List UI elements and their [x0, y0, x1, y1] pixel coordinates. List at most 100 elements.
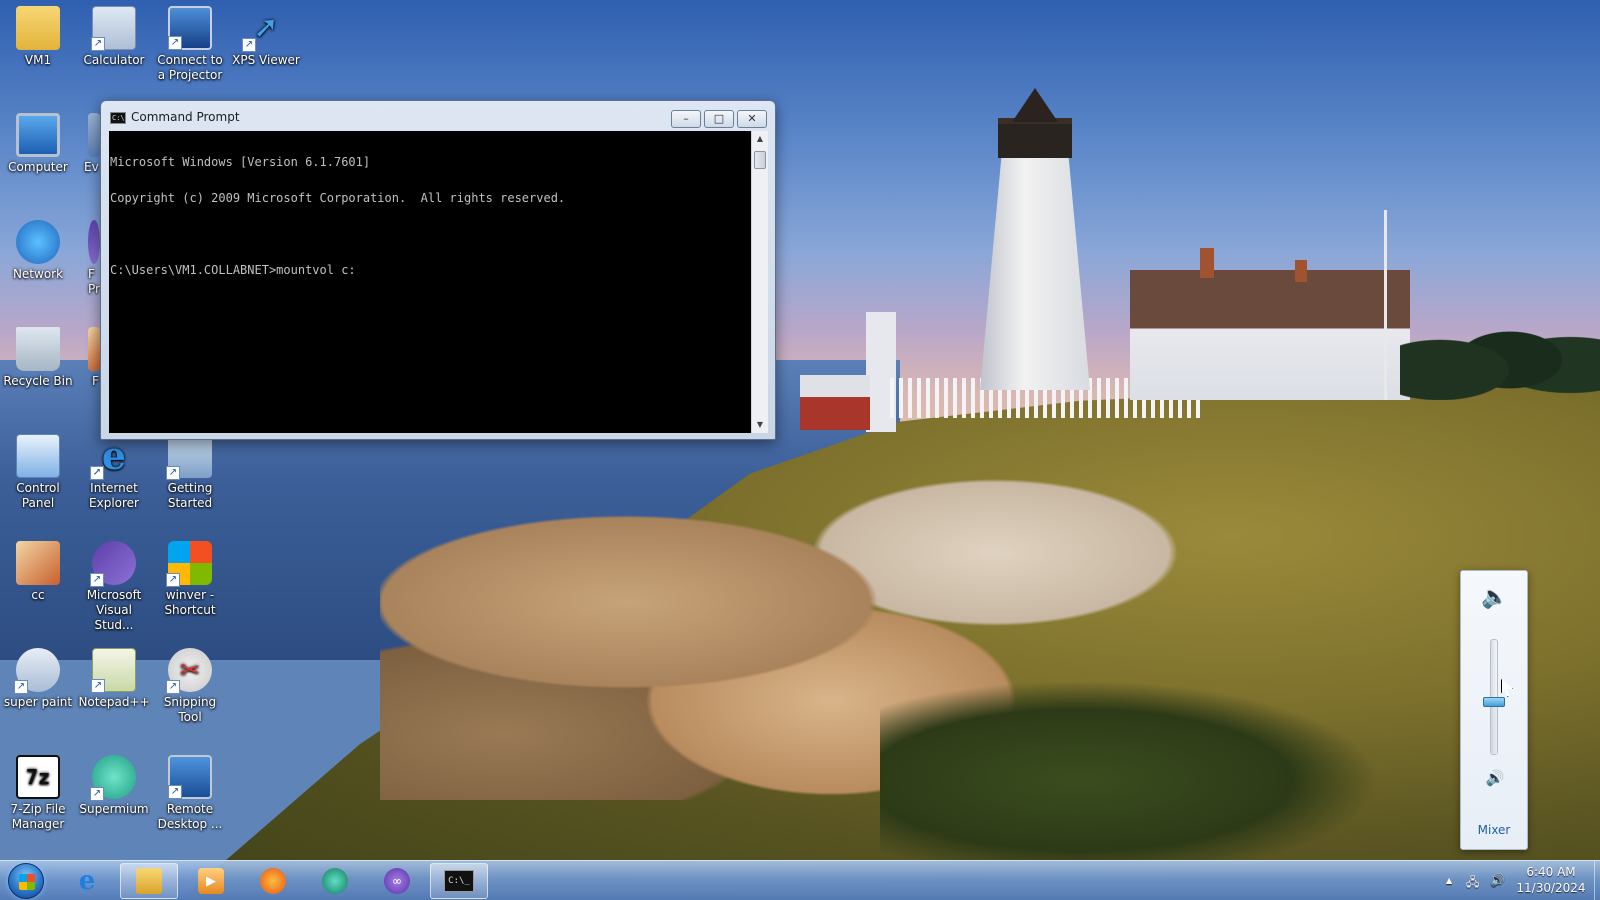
wallpaper-shed	[800, 375, 870, 430]
recycle-bin-icon	[16, 327, 60, 371]
speaker-device-icon[interactable]: 🔈	[1481, 585, 1509, 611]
desktop-icon-internet-explorer[interactable]: e ↗ Internet Explorer	[76, 428, 152, 511]
desktop-icon-label: Calculator	[83, 53, 145, 67]
remote-desktop-icon: ↗	[168, 755, 212, 799]
shortcut-arrow-icon: ↗	[166, 680, 180, 694]
seven-zip-icon: 7z	[16, 755, 60, 799]
desktop-icon-snipping-tool[interactable]: ✂ ↗ Snipping Tool	[152, 642, 228, 725]
desktop-icon-label: Connect to a Projector	[157, 53, 223, 82]
vertical-scrollbar[interactable]: ▲ ▼	[751, 131, 768, 433]
console-output[interactable]: Microsoft Windows [Version 6.1.7601] Cop…	[109, 131, 751, 433]
desktop-icon-calculator[interactable]: ↗ Calculator	[76, 0, 152, 68]
minimize-icon: –	[683, 112, 689, 125]
show-desktop-button[interactable]	[1594, 861, 1600, 900]
desktop-icon-winver[interactable]: ↗ winver - Shortcut	[152, 535, 228, 618]
taskbar-command-prompt[interactable]: C:\_	[430, 863, 488, 899]
mixer-link[interactable]: Mixer	[1461, 823, 1527, 837]
scroll-down-arrow-icon[interactable]: ▼	[752, 417, 768, 433]
desktop-icon-computer[interactable]: Computer	[0, 107, 76, 175]
close-button[interactable]: ✕	[737, 110, 767, 128]
close-icon: ✕	[747, 112, 757, 125]
visual-studio-icon: ∞	[384, 868, 410, 894]
scroll-up-arrow-icon[interactable]: ▲	[752, 131, 768, 147]
desktop-icon-label: Network	[12, 267, 64, 281]
event-viewer-icon	[88, 113, 100, 157]
network-icon	[16, 220, 60, 264]
mute-button[interactable]: 🔊	[1483, 767, 1507, 789]
firefox-icon	[260, 868, 286, 894]
taskbar-firefox[interactable]	[244, 863, 302, 899]
maximize-button[interactable]: □	[704, 110, 734, 128]
program-icon	[88, 327, 100, 371]
folder-icon	[136, 868, 162, 894]
desktop-icon-network[interactable]: Network	[0, 214, 76, 282]
taskbar: e ▶ ∞ C:\_ ▲ 🖧 🔊 6:40 AM 11/30/2024	[0, 860, 1600, 900]
desktop-icon-program-2[interactable]: F	[76, 321, 100, 389]
minimize-button[interactable]: –	[671, 110, 701, 128]
wallpaper-flagpole	[1384, 210, 1387, 400]
desktop-icon-connect-projector[interactable]: ↗ Connect to a Projector	[152, 0, 228, 83]
desktop-icon-visual-studio[interactable]: ↗ Microsoft Visual Stud...	[76, 535, 152, 633]
window-titlebar[interactable]: C:\ Command Prompt – □ ✕	[101, 101, 775, 131]
desktop-icon-label: Control Panel	[16, 481, 60, 510]
folder-user-icon	[16, 6, 60, 50]
internet-explorer-icon: e ↗	[90, 434, 136, 480]
taskbar-supermium[interactable]	[306, 863, 364, 899]
windows-flag-icon: ↗	[166, 541, 212, 587]
network-icon[interactable]: 🖧	[1466, 873, 1479, 894]
shortcut-arrow-icon: ↗	[91, 679, 105, 693]
desktop-icon-supermium[interactable]: ↗ Supermium	[76, 749, 152, 817]
windows-logo-icon	[19, 874, 35, 890]
desktop-icon-label: Getting Started	[167, 481, 213, 510]
start-button[interactable]	[8, 863, 44, 899]
command-prompt-icon: C:\_	[444, 870, 474, 892]
taskbar-internet-explorer[interactable]: e	[58, 863, 116, 899]
desktop-icon-label: XPS Viewer	[232, 53, 300, 67]
xps-viewer-icon: ➚ ↗	[242, 6, 288, 52]
volume-slider-thumb[interactable]	[1483, 697, 1505, 707]
desktop-icon-label: Supermium	[79, 802, 149, 816]
command-prompt-icon: C:\	[110, 112, 126, 124]
shortcut-arrow-icon: ↗	[166, 573, 180, 587]
computer-icon	[16, 113, 60, 157]
desktop-icon-getting-started[interactable]: ↗ Getting Started	[152, 428, 228, 511]
volume-icon[interactable]: 🔊	[1490, 873, 1505, 887]
wallpaper-flowers	[880, 680, 1380, 880]
wallpaper-trees	[1400, 300, 1600, 400]
desktop-icon-7zip[interactable]: 7z 7-Zip File Manager	[0, 749, 76, 832]
desktop-icon-control-panel[interactable]: Control Panel	[0, 428, 76, 511]
shortcut-arrow-icon: ↗	[90, 787, 104, 801]
taskbar-visual-studio[interactable]: ∞	[368, 863, 426, 899]
desktop-icon-notepad-plus-plus[interactable]: ↗ Notepad++	[76, 642, 152, 710]
desktop-icon-recycle-bin[interactable]: Recycle Bin	[0, 321, 76, 389]
desktop-icon-cc[interactable]: cc	[0, 535, 76, 603]
notepad-plus-plus-icon: ↗	[91, 648, 136, 693]
taskbar-windows-explorer[interactable]	[120, 863, 178, 899]
command-prompt-window[interactable]: C:\ Command Prompt – □ ✕ Microsoft Windo…	[100, 100, 776, 440]
speaker-device-glyph: 🔈	[1481, 585, 1509, 610]
shortcut-arrow-icon: ↗	[166, 466, 180, 480]
desktop-icon-xps-viewer[interactable]: ➚ ↗ XPS Viewer	[228, 0, 304, 68]
desktop-icon-label: winver - Shortcut	[164, 588, 216, 617]
desktop-icon-program[interactable]: F Pr	[76, 214, 100, 297]
taskbar-media-player[interactable]: ▶	[182, 863, 240, 899]
scrollbar-thumb[interactable]	[754, 151, 766, 169]
show-hidden-icons-button[interactable]: ▲	[1446, 876, 1452, 885]
desktop-icon-label: 7-Zip File Manager	[10, 802, 66, 831]
maximize-icon: □	[713, 112, 725, 125]
desktop-icon-event-viewer[interactable]: Ev	[76, 107, 100, 175]
clock[interactable]: 6:40 AM 11/30/2024	[1516, 864, 1586, 896]
desktop-icon-super-paint[interactable]: ↗ super paint	[0, 642, 76, 710]
wallpaper-chimney	[1200, 248, 1214, 278]
program-icon	[88, 220, 100, 264]
desktop-icon-vm1[interactable]: VM1	[0, 0, 76, 68]
volume-flyout[interactable]: 🔈 🔊 Mixer	[1460, 570, 1528, 850]
desktop-icon-remote-desktop[interactable]: ↗ Remote Desktop ...	[152, 749, 228, 832]
mouse-pointer-icon	[1501, 679, 1513, 697]
desktop-icon-label: cc	[31, 588, 45, 602]
calculator-icon: ↗	[91, 6, 136, 51]
visual-studio-icon: ↗	[90, 541, 136, 587]
shortcut-arrow-icon: ↗	[242, 38, 256, 52]
desktop-icon-label: Remote Desktop ...	[157, 802, 223, 831]
